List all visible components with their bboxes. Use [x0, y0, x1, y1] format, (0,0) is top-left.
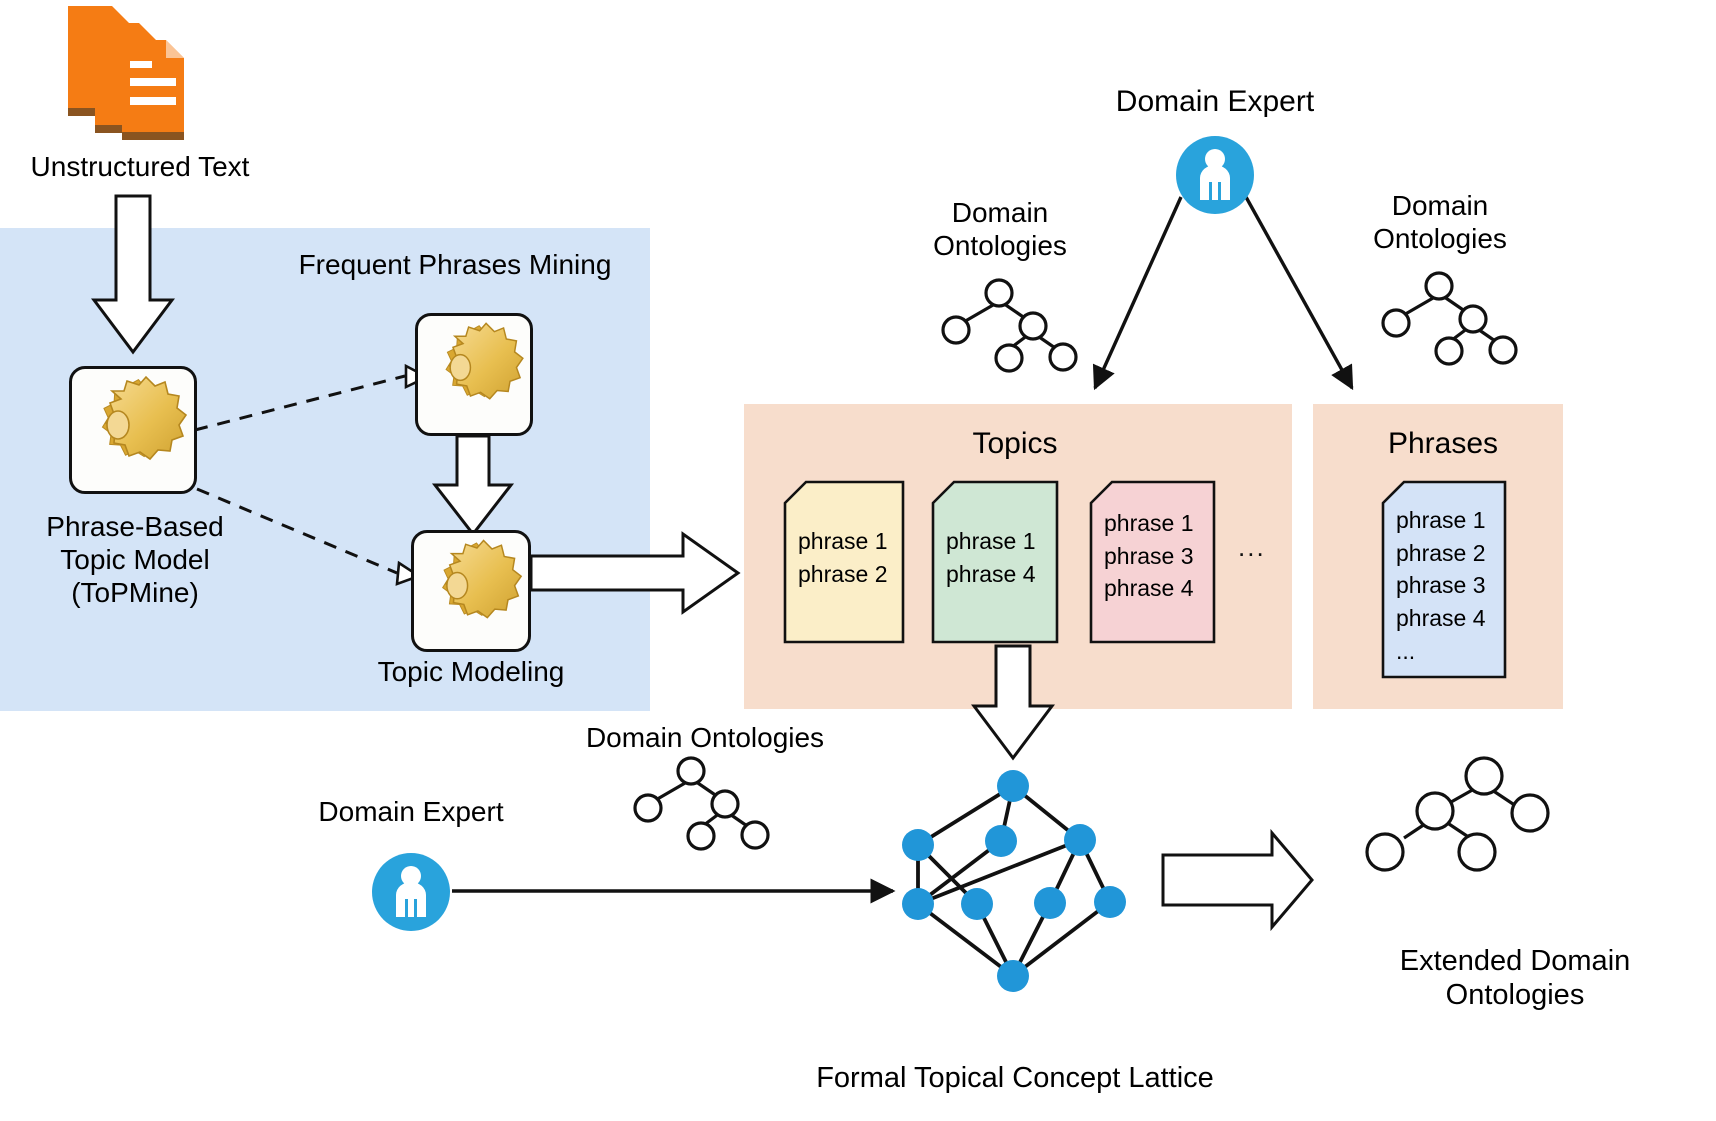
lattice-edge — [1078, 839, 1112, 903]
lattice-edge — [1011, 900, 1112, 978]
label-phrase-based-topic-model: Phrase-Based Topic Model (ToPMine) — [46, 511, 224, 609]
label-domain-expert-top: Domain Expert — [1115, 85, 1315, 118]
label-domain-ontologies-right: Domain Ontologies — [1373, 190, 1507, 255]
label-domain-ontologies-bottom: Domain Ontologies — [585, 722, 825, 753]
topic-card[interactable]: phrase 1 phrase 2 — [783, 480, 905, 644]
lattice-edge — [1011, 902, 1052, 977]
label-unstructured-text: Unstructured Text — [30, 151, 250, 182]
lattice-edge — [917, 838, 1081, 906]
person-icon — [396, 866, 426, 917]
lattice-node[interactable] — [1034, 887, 1066, 919]
lattice-nodes — [902, 770, 1126, 992]
lattice-edge — [1048, 839, 1082, 904]
lattice-edge — [916, 839, 1003, 906]
lattice-edge — [916, 843, 979, 906]
lattice-edge — [999, 785, 1015, 842]
domain-expert-avatar-top[interactable] — [1176, 136, 1254, 214]
tree-icon-domain-ontologies-right — [1381, 271, 1518, 366]
topic-card-text: phrase 1 phrase 3 phrase 4 — [1104, 510, 1194, 602]
lattice-node[interactable] — [1094, 886, 1126, 918]
person-icon — [1200, 149, 1230, 200]
topic-card[interactable]: phrase 1 phrase 3 phrase 4 — [1089, 480, 1216, 644]
topic-card-text: phrase 1 phrase 4 — [946, 528, 1036, 587]
lattice-edge — [916, 902, 1015, 978]
label-phrases-heading: Phrases — [1387, 427, 1499, 460]
label-formal-topical-concept-lattice: Formal Topical Concept Lattice — [816, 1062, 1214, 1094]
topics-ellipsis: ... — [1238, 532, 1266, 562]
label-domain-expert-bottom: Domain Expert — [318, 796, 504, 827]
topic-card-text: phrase 1 phrase 2 — [798, 528, 888, 587]
lattice-node[interactable] — [997, 960, 1029, 992]
lattice-edge — [1011, 784, 1082, 842]
lattice-node[interactable] — [985, 825, 1017, 857]
diagram-canvas: phrase 1 phrase 2 phrase 1 phrase 4 phra… — [0, 0, 1716, 1121]
tree-icon-domain-ontologies-left — [941, 278, 1078, 373]
label-domain-ontologies-left: Domain Ontologies — [933, 197, 1067, 262]
phrase-based-topic-model-gear-box[interactable] — [69, 366, 197, 494]
topic-modeling-gear-box[interactable] — [411, 530, 531, 652]
tree-icon-extended-domain-ontologies — [1365, 756, 1550, 872]
tree-icon-domain-ontologies-bottom — [633, 756, 770, 851]
label-topics-heading: Topics — [972, 427, 1058, 460]
frequent-phrases-mining-gear-box[interactable] — [415, 313, 533, 436]
label-frequent-phrases-mining: Frequent Phrases Mining — [298, 249, 612, 280]
lattice-node[interactable] — [961, 888, 993, 920]
label-topic-modeling: Topic Modeling — [377, 656, 565, 687]
lattice-edge — [916, 784, 1015, 847]
phrases-card-text: phrase 1 phrase 2 phrase 3 phrase 4 ... — [1396, 507, 1486, 664]
topic-card[interactable]: phrase 1 phrase 4 — [931, 480, 1059, 644]
block-arrow-lattice-to-extended — [1161, 828, 1314, 932]
label-extended-domain-ontologies: Extended Domain Ontologies — [1399, 945, 1631, 1012]
lattice-node[interactable] — [997, 770, 1029, 802]
phrases-card[interactable]: phrase 1 phrase 2 phrase 3 phrase 4 ... — [1381, 480, 1507, 679]
lattice-edge — [975, 903, 1015, 977]
domain-expert-avatar-bottom[interactable] — [372, 853, 450, 931]
documents-icon — [60, 4, 230, 144]
lattice-node[interactable] — [1064, 824, 1096, 856]
lattice-edges — [916, 784, 1112, 978]
lattice-node[interactable] — [902, 829, 934, 861]
lattice-node[interactable] — [902, 888, 934, 920]
